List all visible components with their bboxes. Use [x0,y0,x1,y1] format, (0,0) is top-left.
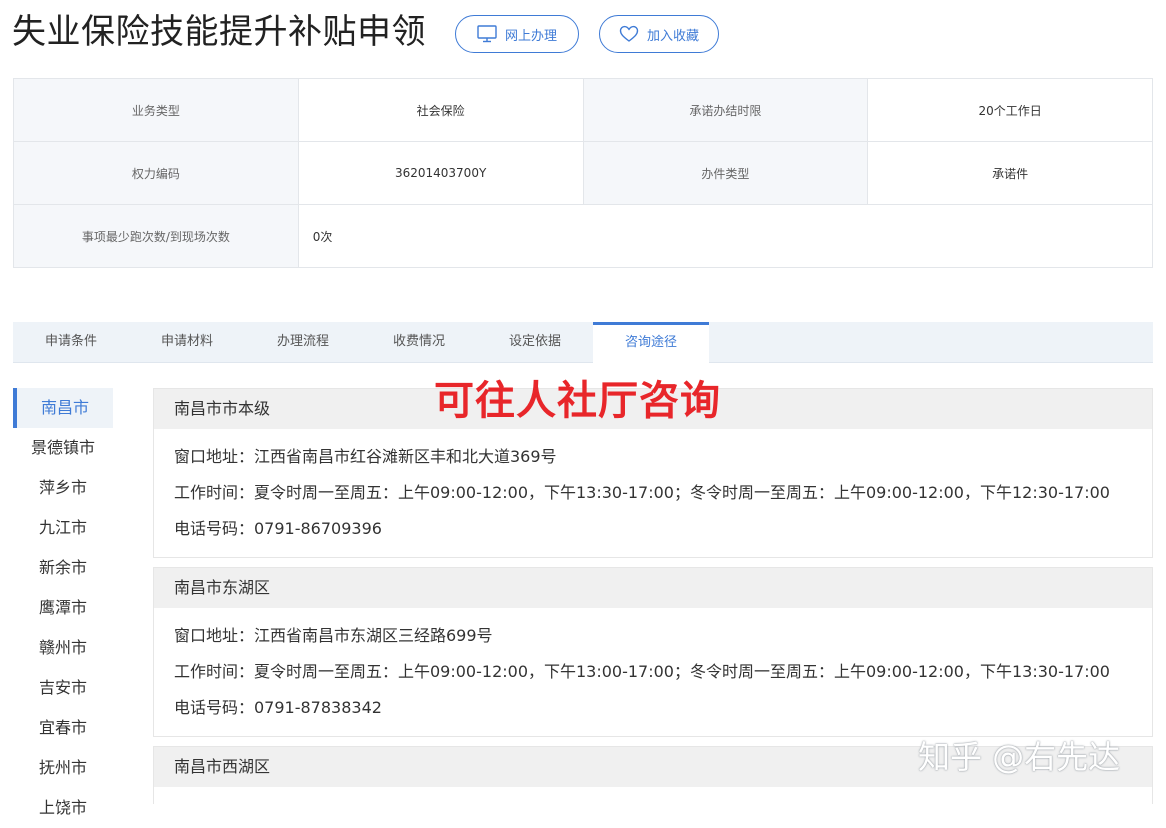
office-hours: 工作时间：夏令时周一至周五：上午09:00-12:00，下午13:00-17:0… [174,662,1110,681]
city-item-jian[interactable]: 吉安市 [13,668,113,708]
monitor-icon [477,25,497,43]
city-item-jingdezhen[interactable]: 景德镇市 [13,428,113,468]
heart-icon [619,25,639,43]
tab-fees[interactable]: 收费情况 [361,322,477,362]
city-item-shangrao[interactable]: 上饶市 [13,788,113,828]
visits-label: 事项最少跑次数/到现场次数 [13,204,299,268]
city-item-pingxiang[interactable]: 萍乡市 [13,468,113,508]
watermark: 知乎 @右先达 [918,738,1121,776]
handle-type-label: 办件类型 [582,141,869,205]
handle-type-value: 承诺件 [867,141,1153,205]
office-phone: 电话号码：0791-87838342 [174,698,382,717]
tab-basis[interactable]: 设定依据 [477,322,593,362]
office-name: 南昌市东湖区 [154,568,1152,608]
city-item-yingtan[interactable]: 鹰潭市 [13,588,113,628]
info-table: 业务类型 社会保险 承诺办结时限 20个工作日 权力编码 36201403700… [13,78,1154,268]
tab-conditions[interactable]: 申请条件 [13,322,129,362]
business-type-label: 业务类型 [13,78,299,142]
office-address: 窗口地址：江西省南昌市东湖区三经路699号 [174,626,493,645]
visits-value: 0次 [297,204,1154,268]
city-item-ganzhou[interactable]: 赣州市 [13,628,113,668]
office-card: 南昌市东湖区 窗口地址：江西省南昌市东湖区三经路699号 工作时间：夏令时周一至… [153,567,1153,737]
page-title: 失业保险技能提升补贴申领 [12,12,426,52]
city-item-xinyu[interactable]: 新余市 [13,548,113,588]
annotation-text: 可往人社厅咨询 [434,378,721,424]
business-type-value: 社会保险 [297,78,584,142]
city-list: 南昌市 景德镇市 萍乡市 九江市 新余市 鹰潭市 赣州市 吉安市 宜春市 抚州市… [13,388,113,828]
tab-materials[interactable]: 申请材料 [129,322,245,362]
city-item-jiujiang[interactable]: 九江市 [13,508,113,548]
tab-bar: 申请条件 申请材料 办理流程 收费情况 设定依据 咨询途径 [13,322,1153,363]
online-apply-label: 网上办理 [504,28,557,44]
tab-consult[interactable]: 咨询途径 [593,322,709,363]
city-item-fuzhou[interactable]: 抚州市 [13,748,113,788]
code-value: 36201403700Y [297,141,584,205]
online-apply-button[interactable]: 网上办理 [455,15,579,53]
add-favorite-button[interactable]: 加入收藏 [599,15,719,53]
add-favorite-label: 加入收藏 [646,28,699,44]
deadline-label: 承诺办结时限 [582,78,869,142]
office-hours: 工作时间：夏令时周一至周五：上午09:00-12:00，下午13:30-17:0… [174,483,1110,502]
city-item-nanchang[interactable]: 南昌市 [13,388,113,428]
city-item-yichun[interactable]: 宜春市 [13,708,113,748]
deadline-value: 20个工作日 [867,78,1153,142]
tab-process[interactable]: 办理流程 [245,322,361,362]
office-phone: 电话号码：0791-86709396 [174,519,382,538]
code-label: 权力编码 [13,141,299,205]
office-address: 窗口地址：江西省南昌市红谷滩新区丰和北大道369号 [174,447,557,466]
